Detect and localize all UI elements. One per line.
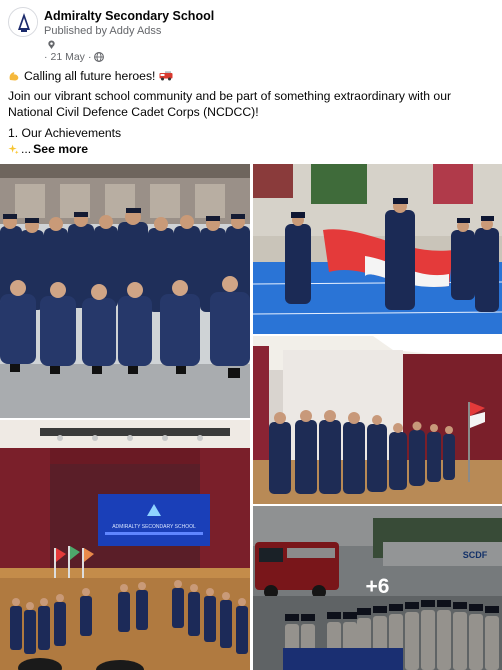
presentation-screen-text: ADMIRALTY SECONDARY SCHOOL bbox=[112, 524, 196, 530]
post-dot-2: · bbox=[87, 51, 92, 63]
post-achievements: 1. Our Achievements bbox=[8, 126, 122, 140]
post-paragraph: Join our vibrant school community and be… bbox=[8, 89, 452, 119]
fire-engine-icon bbox=[159, 71, 173, 81]
see-more-link[interactable]: See more bbox=[33, 141, 88, 157]
post-author[interactable]: Admiralty Secondary School bbox=[44, 9, 214, 23]
post-line-4: ... See more bbox=[8, 141, 88, 157]
globe-icon[interactable] bbox=[94, 52, 105, 62]
photo-flag-parade[interactable] bbox=[253, 164, 502, 334]
post-meta: · 21 May · bbox=[44, 51, 105, 63]
post-line-1: Calling all future heroes! bbox=[8, 68, 173, 84]
post-date[interactable]: 21 May bbox=[51, 51, 85, 63]
more-photos-count: +6 bbox=[365, 574, 390, 598]
location-pin-icon bbox=[48, 40, 55, 49]
photo-stage-presentation[interactable]: ADMIRALTY SECONDARY SCHOOL bbox=[0, 420, 250, 670]
published-by[interactable]: Published by Addy Adss bbox=[44, 25, 161, 37]
photo-group-indoor[interactable] bbox=[0, 164, 250, 418]
photo-hall-lineup[interactable] bbox=[253, 336, 502, 504]
more-photos-overlay[interactable]: +6 bbox=[253, 506, 502, 670]
post-headline: Calling all future heroes! bbox=[24, 69, 156, 83]
flexed-biceps-icon bbox=[9, 72, 19, 81]
ellipsis: ... bbox=[21, 142, 32, 156]
sparkles-icon bbox=[8, 143, 19, 154]
post-dot: · bbox=[44, 51, 48, 63]
school-crest-icon bbox=[10, 9, 37, 36]
school-crest-avatar[interactable] bbox=[8, 7, 38, 37]
post-header: Admiralty Secondary School Published by … bbox=[8, 7, 494, 63]
